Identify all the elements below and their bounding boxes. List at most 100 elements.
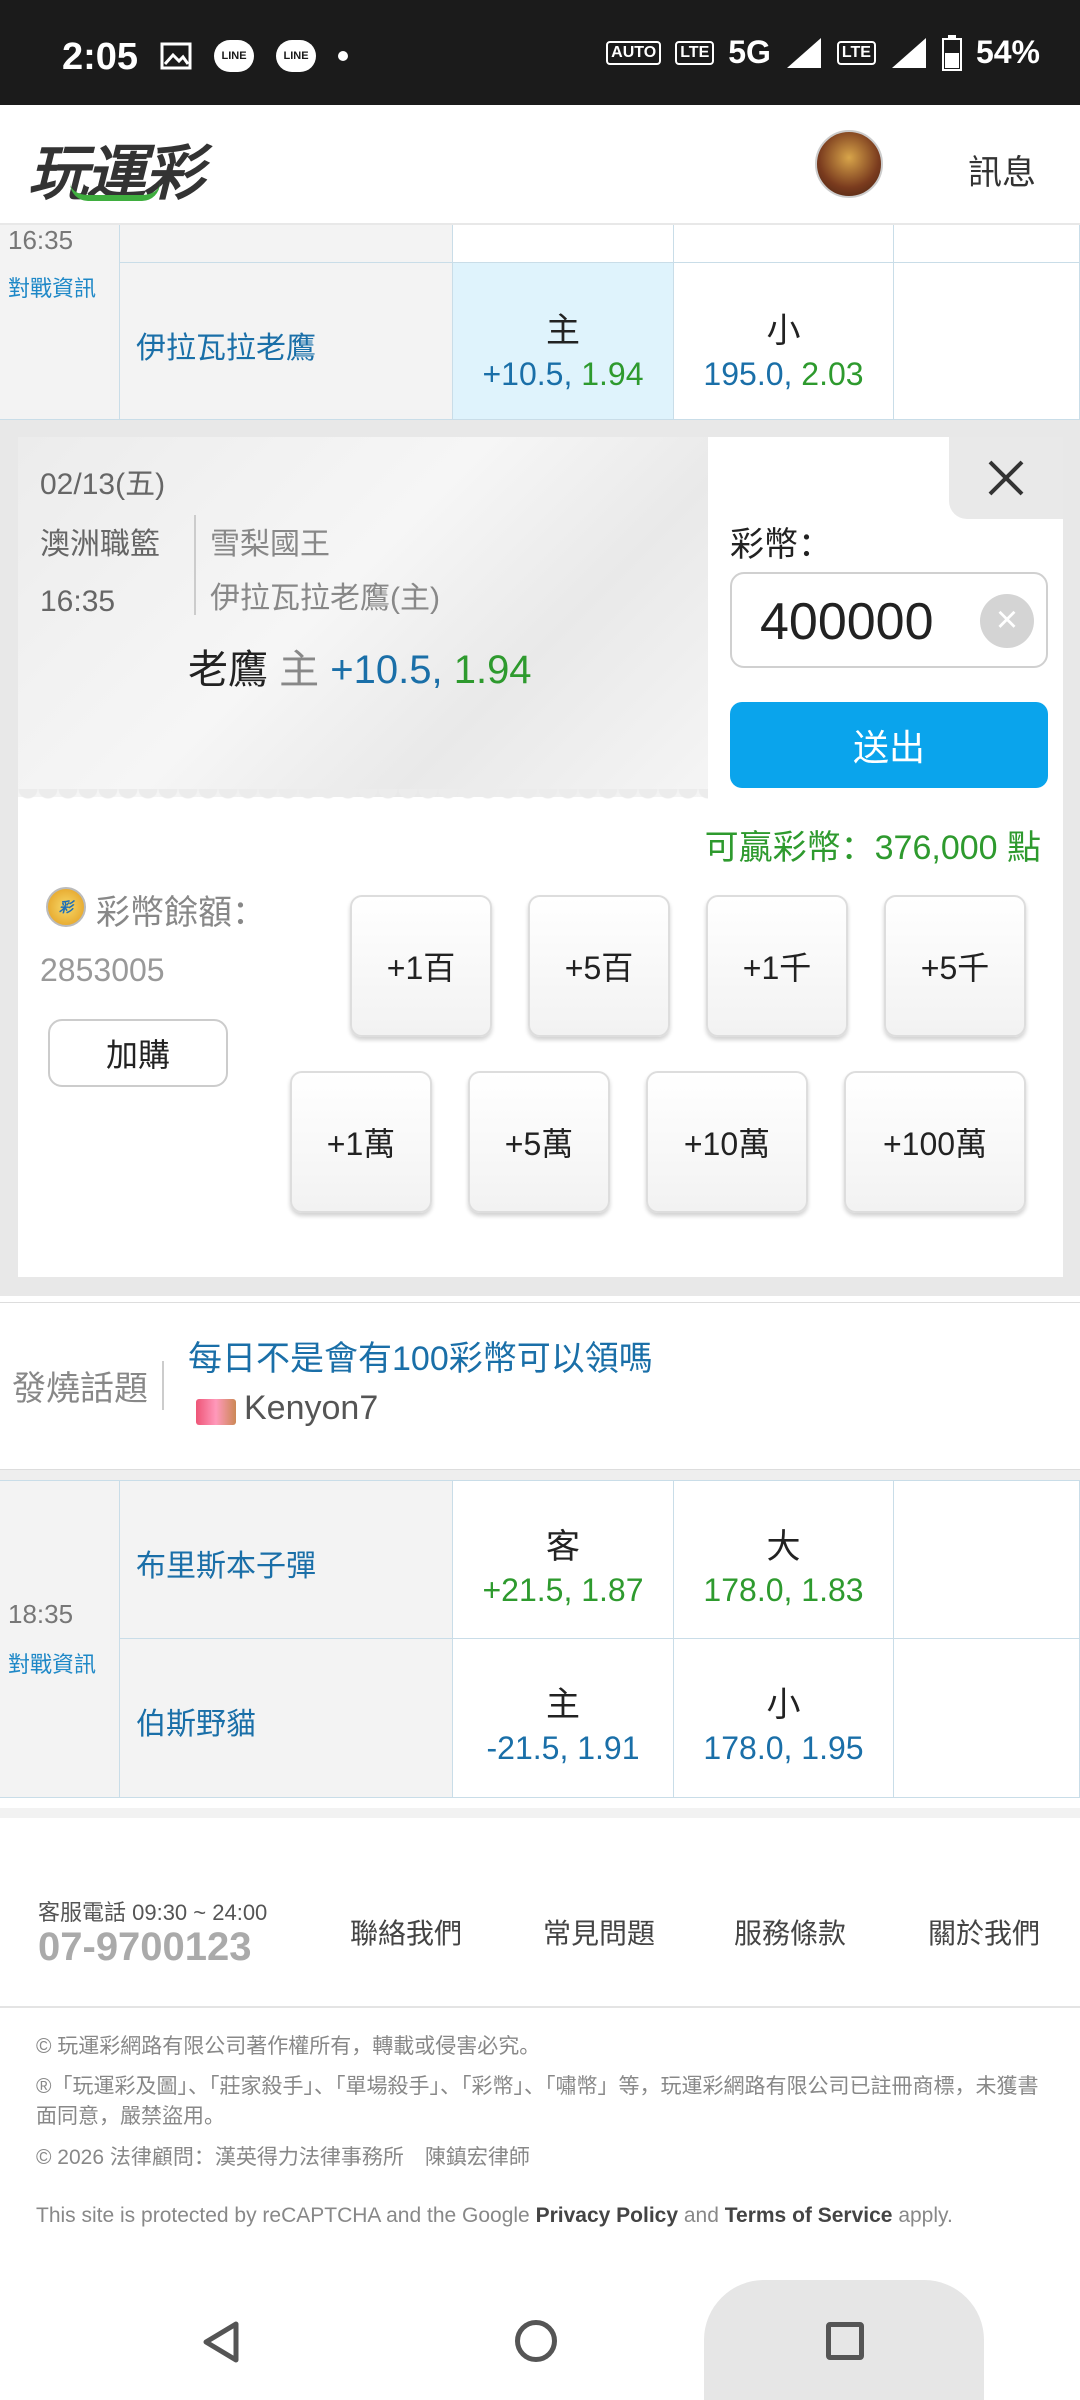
home-icon[interactable] — [515, 2320, 557, 2362]
terms-of-service-link[interactable]: Terms of Service — [725, 2204, 893, 2227]
spread-side: 主 — [546, 312, 580, 350]
balance-label: 彩幣餘額： — [96, 894, 266, 932]
add-purchase-button[interactable]: 加購 — [48, 1019, 228, 1087]
chip-add-1m[interactable]: +100萬 — [844, 1071, 1026, 1213]
hot-topic-label: 發燒話題 — [12, 1361, 164, 1410]
submit-button[interactable]: 送出 — [730, 702, 1048, 788]
bet-input-pane: 彩幣： 400000 × 送出 — [708, 437, 1063, 817]
footer-link-terms[interactable]: 服務條款 — [734, 1912, 846, 1952]
chip-add-10k[interactable]: +1萬 — [290, 1071, 432, 1213]
line-app-icon: LINE — [214, 40, 254, 72]
volte-icon-2: LTE — [836, 40, 876, 65]
system-nav-bar — [0, 2280, 1080, 2400]
home-spread-value: -21.5, 1.91 — [486, 1730, 640, 1766]
hot-topic-banner[interactable]: 發燒話題 每日不是會有100彩幣可以領嗎 Kenyon7 — [0, 1302, 1080, 1470]
network-type: 5G — [728, 34, 771, 70]
hot-topic-author[interactable]: Kenyon7 — [244, 1389, 378, 1428]
chip-add-5000[interactable]: +5千 — [884, 895, 1026, 1037]
ticket-divider — [194, 515, 196, 615]
pick-side: 主 — [279, 648, 320, 692]
amount-value: 400000 — [760, 593, 934, 651]
footer-copyright: © 玩運彩網路有限公司著作權所有，轉載或侵害必究。 — [36, 2035, 541, 2058]
chip-add-1000[interactable]: +1千 — [706, 895, 848, 1037]
game2-home-team: 伯斯野貓 — [136, 1708, 256, 1741]
team-name: 伊拉瓦拉老鷹 — [136, 332, 316, 365]
customer-service-phone[interactable]: 07-9700123 — [38, 1925, 252, 1970]
customer-service-hours: 客服電話 09:30 ~ 24:00 — [38, 1900, 268, 1925]
pick-line: +10.5, — [330, 648, 443, 692]
pick-name: 老鷹 — [188, 648, 268, 692]
user-flag-icon — [196, 1399, 236, 1425]
ticket-pick: 老鷹 主 +10.5, 1.94 — [188, 637, 532, 695]
game-time: 16:35 — [8, 225, 74, 255]
chip-add-50k[interactable]: +5萬 — [468, 1071, 610, 1213]
total-odds-value: 2.03 — [801, 356, 864, 392]
recaptcha-apply: apply. — [898, 2204, 953, 2227]
away-spread-value: +21.5, 1.87 — [482, 1572, 644, 1608]
notification-icons: LINE LINE — [160, 40, 348, 72]
section-gap — [0, 1470, 1080, 1480]
close-icon — [988, 460, 1024, 496]
ticket-team-1: 雪梨國王 — [210, 528, 330, 561]
gallery-icon — [160, 42, 192, 70]
matchup-info-link[interactable]: 對戰資訊 — [8, 271, 96, 303]
team-cell: 伊拉瓦拉老鷹 — [120, 263, 453, 420]
ticket-time: 16:35 — [40, 585, 116, 618]
ticket-zigzag-edge — [18, 789, 708, 809]
privacy-policy-link[interactable]: Privacy Policy — [536, 2204, 678, 2227]
coin-icon: 彩 — [46, 887, 86, 927]
bet-panel: 02/13(五) 澳洲職籃 16:35 雪梨國王 伊拉瓦拉老鷹(主) 老鷹 主 … — [18, 437, 1063, 1277]
away-total-side: 大 — [766, 1528, 801, 1566]
recaptcha-prefix: This site is protected by reCAPTCHA and … — [36, 2204, 530, 2227]
game2-home-spread[interactable]: 主 -21.5, 1.91 — [453, 1639, 674, 1798]
coin-label: 彩幣： — [730, 526, 832, 564]
footer-link-contact[interactable]: 聯絡我們 — [350, 1912, 462, 1952]
signal-icon-sim2 — [891, 37, 926, 68]
close-button[interactable] — [949, 437, 1063, 519]
ticket-date: 02/13(五) — [40, 468, 166, 501]
recents-icon[interactable] — [826, 2322, 864, 2360]
site-header: 玩運彩 訊息 — [0, 105, 1080, 225]
chip-add-100k[interactable]: +10萬 — [646, 1071, 808, 1213]
hot-topic-title[interactable]: 每日不是會有100彩幣可以領嗎 — [188, 1331, 653, 1380]
game2-away-spread[interactable]: 客 +21.5, 1.87 — [453, 1480, 674, 1639]
away-spread-side: 客 — [546, 1528, 580, 1566]
chip-add-100[interactable]: +1百 — [350, 895, 492, 1037]
footer-link-faq[interactable]: 常見問題 — [543, 1912, 655, 1952]
home-total-side: 小 — [766, 1686, 801, 1724]
spread-line: +10.5 — [482, 356, 564, 392]
game2-time: 18:35 — [8, 1599, 74, 1629]
game2-home-team-cell: 伯斯野貓 — [120, 1639, 453, 1798]
back-icon[interactable] — [200, 2320, 244, 2364]
status-bar: 2:05 LINE LINE AUTO LTE 5G LTE 54% — [0, 0, 1080, 105]
game2-away-total[interactable]: 大 178.0, 1.83 — [674, 1480, 894, 1639]
game2-away-team: 布里斯本子彈 — [136, 1550, 316, 1583]
signal-icon-sim1 — [786, 37, 821, 68]
spread-odds: 1.94 — [581, 356, 644, 392]
ticket-league: 澳洲職籃 — [40, 528, 160, 561]
game2-time-cell: 18:35 對戰資訊 — [0, 1480, 120, 1798]
game2-home-total[interactable]: 小 178.0, 1.95 — [674, 1639, 894, 1798]
chip-add-500[interactable]: +5百 — [528, 895, 670, 1037]
total-odds[interactable]: 小 195.0, 2.03 — [674, 263, 894, 420]
more-notifications-dot — [338, 51, 348, 61]
away-total-value: 178.0, 1.83 — [703, 1572, 864, 1608]
amount-input[interactable]: 400000 × — [730, 572, 1048, 668]
footer-trademark: ®「玩運彩及圖」、「莊家殺手」、「單場殺手」、「彩幣」、「嘯幣」等，玩運彩網路有… — [36, 2075, 1039, 2128]
user-avatar[interactable] — [815, 130, 883, 198]
game2-away-team-cell: 布里斯本子彈 — [120, 1480, 453, 1639]
messages-link[interactable]: 訊息 — [968, 145, 1036, 194]
home-spread-side: 主 — [546, 1686, 580, 1724]
game-time-cell: 16:35 對戰資訊 — [0, 225, 120, 420]
ticket-team-2: 伊拉瓦拉老鷹(主) — [210, 582, 440, 615]
empty-cell — [894, 1480, 1080, 1639]
game2-matchup-link[interactable]: 對戰資訊 — [8, 1647, 96, 1679]
battery-icon — [941, 34, 962, 71]
team-cell-partial — [120, 225, 453, 263]
clear-amount-button[interactable]: × — [980, 594, 1034, 648]
spread-odds-selected[interactable]: 主 +10.5, 1.94 — [453, 263, 674, 420]
odds-cell-partial-2 — [674, 225, 894, 263]
footer-link-about[interactable]: 關於我們 — [928, 1912, 1040, 1952]
total-side: 小 — [766, 312, 801, 350]
odds-cell-partial — [453, 225, 674, 263]
